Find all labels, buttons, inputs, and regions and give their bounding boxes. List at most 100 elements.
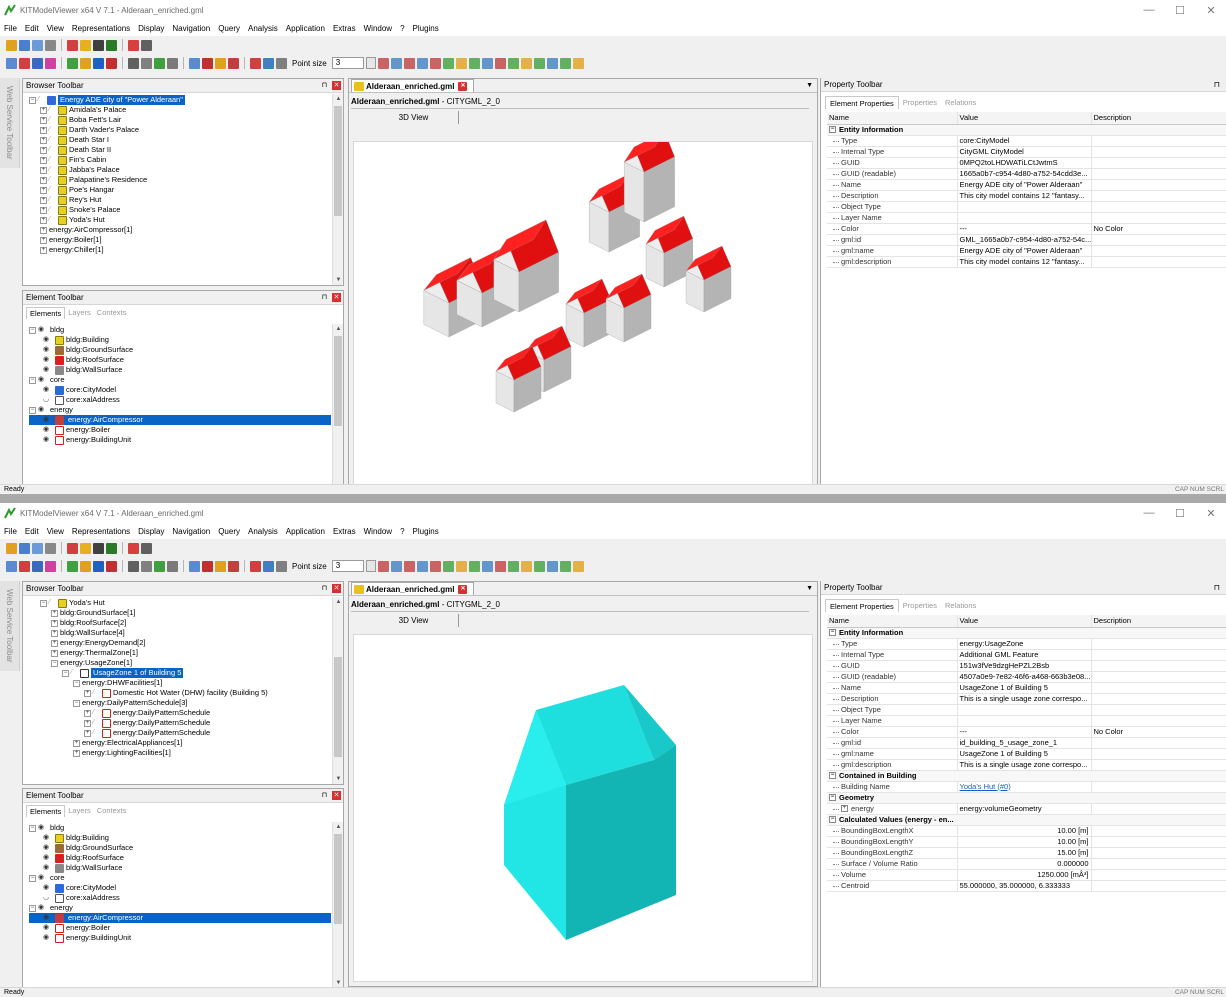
maximize-icon[interactable]: ☐: [1165, 503, 1195, 523]
menu-navigation[interactable]: Navigation: [172, 24, 210, 33]
visibility-toggle-icon[interactable]: ⁄: [93, 708, 102, 718]
visibility-toggle-icon[interactable]: ⁄: [49, 215, 58, 225]
collapse-icon[interactable]: −: [29, 326, 36, 334]
toolbar-tool-icon[interactable]: [128, 560, 139, 572]
visibility-eye-icon[interactable]: ◉: [43, 335, 53, 345]
toolbar-tool-icon[interactable]: [455, 560, 467, 572]
tab-contexts[interactable]: Contexts: [94, 805, 130, 817]
browser-tree-item[interactable]: + energy:AirCompressor[1]: [23, 225, 331, 235]
tab-close-icon[interactable]: ✕: [458, 81, 468, 91]
visibility-eye-icon[interactable]: ◉: [43, 425, 53, 435]
browser-tree-item[interactable]: + bldg:GroundSurface[1]: [23, 608, 331, 618]
tab-3d-view[interactable]: 3D View: [369, 111, 459, 124]
panel-close-icon[interactable]: ✕: [332, 584, 341, 593]
expand-icon[interactable]: +: [51, 609, 58, 617]
menu-window[interactable]: Window: [364, 527, 392, 536]
expand-icon[interactable]: +: [40, 226, 47, 234]
web-service-toolbar-tab[interactable]: Web Service Toolbar: [0, 581, 20, 671]
visibility-eye-icon[interactable]: ◉: [38, 873, 48, 883]
browser-tree-item[interactable]: + ⁄ Palapatine's Residence: [23, 175, 331, 185]
expand-icon[interactable]: +: [40, 246, 47, 254]
tab-3d-view[interactable]: 3D View: [369, 614, 459, 627]
menu-help[interactable]: ?: [400, 527, 404, 536]
expand-icon[interactable]: −: [62, 669, 69, 677]
property-row[interactable]: Description This city model contains 12 "…: [827, 190, 1226, 202]
menu-application[interactable]: Application: [286, 24, 325, 33]
menu-window[interactable]: Window: [364, 24, 392, 33]
close-icon[interactable]: ✕: [1196, 0, 1226, 20]
expand-icon[interactable]: +: [40, 126, 47, 134]
browser-tree-item[interactable]: + energy:ThermalZone[1]: [23, 648, 331, 658]
toolbar-tool-icon[interactable]: [189, 560, 200, 572]
browser-tree-item[interactable]: + ⁄ Fin's Cabin: [23, 155, 331, 165]
toolbar-tool-icon[interactable]: [533, 57, 545, 69]
toolbar-tool-icon[interactable]: [250, 57, 261, 69]
toolbar-tool-icon[interactable]: [189, 57, 200, 69]
collapse-icon[interactable]: −: [29, 874, 36, 882]
visibility-eye-icon[interactable]: ◉: [43, 853, 53, 863]
visibility-toggle-icon[interactable]: ⁄: [71, 668, 80, 678]
property-row[interactable]: GUID 151w3fVe9dzgHePZL2Bsb: [827, 660, 1226, 672]
browser-tree-item[interactable]: + ⁄ Jabba's Palace: [23, 165, 331, 175]
pin-icon[interactable]: ⊓: [320, 584, 329, 593]
menu-query[interactable]: Query: [218, 527, 240, 536]
pin-icon[interactable]: ⊓: [320, 791, 329, 800]
visibility-eye-icon[interactable]: ◉: [43, 415, 53, 425]
toolbar-tool-icon[interactable]: [45, 57, 56, 69]
expand-icon[interactable]: −: [73, 699, 80, 707]
toolbar-tool-icon[interactable]: [45, 542, 56, 554]
property-group-row[interactable]: − Contained in Building: [827, 770, 1226, 782]
toolbar-tool-icon[interactable]: [559, 560, 571, 572]
element-tree-item[interactable]: ◉ energy:Boiler: [29, 923, 331, 933]
menu-display[interactable]: Display: [138, 24, 164, 33]
toolbar-tool-icon[interactable]: [167, 560, 178, 572]
toolbar-tool-icon[interactable]: [442, 57, 454, 69]
browser-tree-item[interactable]: + energy:Chiller[1]: [23, 245, 331, 255]
element-tree-item[interactable]: ◉ energy:BuildingUnit: [29, 435, 331, 445]
collapse-icon[interactable]: −: [829, 126, 836, 134]
toolbar-tool-icon[interactable]: [263, 560, 274, 572]
toolbar-tool-icon[interactable]: [215, 560, 226, 572]
toolbar-tool-icon[interactable]: [202, 57, 213, 69]
expand-icon[interactable]: +: [40, 216, 47, 224]
toolbar-tool-icon[interactable]: [80, 542, 91, 554]
visibility-toggle-icon[interactable]: ⁄: [49, 155, 58, 165]
menu-analysis[interactable]: Analysis: [248, 24, 278, 33]
document-tab[interactable]: Alderaan_enriched.gml ✕: [351, 79, 475, 92]
visibility-toggle-icon[interactable]: ⁄: [93, 728, 102, 738]
property-row[interactable]: gml:description This is a single usage zo…: [827, 759, 1226, 771]
element-tree-item[interactable]: − ◉ core: [29, 873, 331, 883]
expand-icon[interactable]: +: [841, 805, 848, 813]
property-row[interactable]: Description This is a single usage zone c…: [827, 693, 1226, 705]
toolbar-tool-icon[interactable]: [377, 560, 389, 572]
element-tree-item[interactable]: ◉ bldg:WallSurface: [29, 365, 331, 375]
tab-elements[interactable]: Elements: [26, 307, 66, 319]
visibility-toggle-icon[interactable]: ⁄: [49, 165, 58, 175]
toolbar-tool-icon[interactable]: [559, 57, 571, 69]
column-header-desc[interactable]: Description: [1091, 112, 1226, 125]
browser-tree-item[interactable]: + ⁄ Death Star II: [23, 145, 331, 155]
browser-tree-item[interactable]: + ⁄ energy:DailyPatternSchedule: [23, 728, 331, 738]
browser-tree-item[interactable]: + ⁄ Amidala's Palace: [23, 105, 331, 115]
pin-icon[interactable]: ⊓: [320, 293, 329, 302]
property-row[interactable]: Type energy:UsageZone: [827, 638, 1226, 650]
property-row[interactable]: gml:id id_building_5_usage_zone_1: [827, 737, 1226, 749]
toolbar-tool-icon[interactable]: [19, 560, 30, 572]
browser-tree-item[interactable]: − energy:UsageZone[1]: [23, 658, 331, 668]
menu-representations[interactable]: Representations: [72, 527, 130, 536]
element-tree-item[interactable]: − ◉ energy: [29, 405, 331, 415]
point-size-spinner[interactable]: [365, 57, 376, 69]
expand-icon[interactable]: +: [51, 649, 58, 657]
maximize-icon[interactable]: ☐: [1165, 0, 1195, 20]
toolbar-tool-icon[interactable]: [520, 560, 532, 572]
tab-relations[interactable]: Relations: [941, 96, 980, 109]
column-header-name[interactable]: Name: [827, 112, 958, 125]
visibility-toggle-icon[interactable]: ⁄: [49, 598, 58, 608]
element-tree-item[interactable]: ◉ bldg:RoofSurface: [29, 355, 331, 365]
expand-icon[interactable]: −: [40, 599, 47, 607]
tab-layers[interactable]: Layers: [65, 805, 94, 817]
element-tree-item[interactable]: ◉ energy:AirCompressor: [29, 913, 331, 923]
toolbar-tool-icon[interactable]: [167, 57, 178, 69]
expand-icon[interactable]: +: [40, 156, 47, 164]
tab-dropdown-icon[interactable]: ▼: [806, 585, 813, 592]
